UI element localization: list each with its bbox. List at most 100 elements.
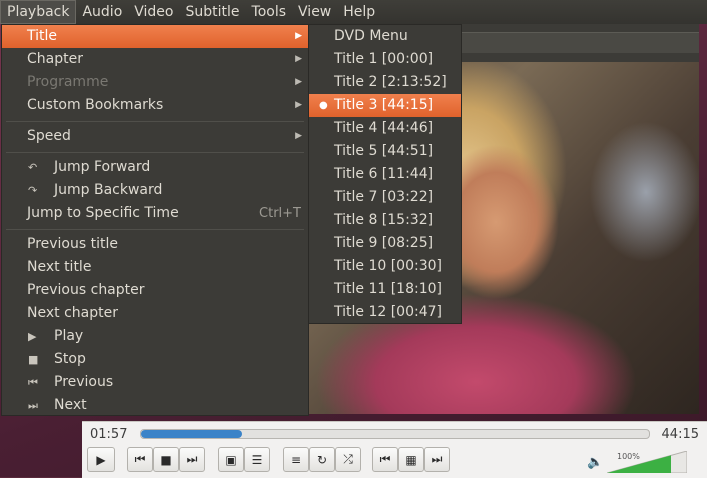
- menu-item-previous-label: Previous: [54, 374, 114, 390]
- menu-item-chapter-label: Chapter: [27, 51, 83, 67]
- menu-tools[interactable]: Tools: [246, 0, 293, 24]
- menu-item-programme-label: Programme: [27, 74, 109, 90]
- menu-video[interactable]: Video: [128, 0, 179, 24]
- extended-settings-button[interactable]: ☰: [244, 447, 270, 472]
- submenu-item-title-2[interactable]: Title 2 [2:13:52]: [309, 71, 461, 94]
- submenu-item-label: Title 11 [18:10]: [334, 281, 442, 297]
- submenu-item-label: Title 3 [44:15]: [334, 97, 434, 113]
- submenu-item-label: Title 5 [44:51]: [334, 143, 434, 159]
- menu-item-jump-forward-label: Jump Forward: [54, 159, 151, 175]
- submenu-arrow-icon: ▶: [295, 54, 302, 64]
- volume-percent: 100%: [617, 452, 640, 461]
- next-chapter-icon: ⏭: [431, 452, 443, 466]
- submenu-arrow-icon: ▶: [295, 131, 302, 141]
- menu-item-jump-time[interactable]: Jump to Specific Time Ctrl+T: [2, 202, 308, 225]
- submenu-arrow-icon: ▶: [295, 31, 302, 41]
- submenu-item-title-9[interactable]: Title 9 [08:25]: [309, 232, 461, 255]
- menu-item-next-chapter[interactable]: Next chapter: [2, 302, 308, 325]
- menu-help[interactable]: Help: [337, 0, 381, 24]
- submenu-item-title-7[interactable]: Title 7 [03:22]: [309, 186, 461, 209]
- submenu-item-title-5[interactable]: Title 5 [44:51]: [309, 140, 461, 163]
- submenu-item-dvd-menu[interactable]: DVD Menu: [309, 25, 461, 48]
- selected-radio-icon: ●: [319, 100, 328, 111]
- submenu-item-title-6[interactable]: Title 6 [11:44]: [309, 163, 461, 186]
- seek-progress: [141, 430, 242, 438]
- submenu-item-label: Title 9 [08:25]: [334, 235, 434, 251]
- play-icon: ▶: [96, 452, 106, 467]
- title-submenu: DVD Menu Title 1 [00:00] Title 2 [2:13:5…: [308, 24, 462, 324]
- submenu-item-title-10[interactable]: Title 10 [00:30]: [309, 255, 461, 278]
- menu-item-play[interactable]: ▶ Play: [2, 325, 308, 348]
- submenu-item-title-4[interactable]: Title 4 [44:46]: [309, 117, 461, 140]
- menu-separator: [6, 121, 304, 122]
- submenu-item-label: Title 12 [00:47]: [334, 304, 442, 320]
- menu-item-next-title[interactable]: Next title: [2, 256, 308, 279]
- skip-back-icon: ⏮: [134, 452, 146, 466]
- menu-item-speed[interactable]: Speed ▶: [2, 125, 308, 148]
- submenu-item-label: Title 7 [03:22]: [334, 189, 434, 205]
- previous-chapter-icon: ⏮: [379, 452, 391, 466]
- menu-item-jump-backward-label: Jump Backward: [54, 182, 163, 198]
- next-chapter-button[interactable]: ⏭: [424, 447, 450, 472]
- menu-item-previous[interactable]: ⏮ Previous: [2, 371, 308, 394]
- menu-item-next[interactable]: ⏭ Next: [2, 394, 308, 417]
- skip-forward-icon: ⏭: [28, 399, 38, 412]
- fullscreen-button[interactable]: ▣: [218, 447, 244, 472]
- loop-button[interactable]: ↻: [309, 447, 335, 472]
- jump-forward-icon: ↶: [28, 161, 38, 174]
- menu-item-jump-backward[interactable]: ↷ Jump Backward: [2, 179, 308, 202]
- playback-menu: Title ▶ Chapter ▶ Programme ▶ Custom Boo…: [1, 24, 309, 416]
- previous-chapter-button[interactable]: ⏮: [372, 447, 398, 472]
- menu-item-title[interactable]: Title ▶: [2, 25, 308, 48]
- skip-forward-icon: ⏭: [186, 452, 198, 466]
- menu-item-chapter[interactable]: Chapter ▶: [2, 48, 308, 71]
- menu-item-previous-title[interactable]: Previous title: [2, 233, 308, 256]
- menu-item-custom-bookmarks[interactable]: Custom Bookmarks ▶: [2, 94, 308, 117]
- menu-item-previous-title-label: Previous title: [27, 236, 118, 252]
- playlist-icon: ≡: [290, 452, 302, 467]
- menu-playback[interactable]: Playback: [0, 0, 77, 24]
- dvd-menu-button[interactable]: ▦: [398, 447, 424, 472]
- fullscreen-icon: ▣: [225, 452, 237, 467]
- stop-button[interactable]: ■: [153, 447, 179, 472]
- play-button[interactable]: ▶: [87, 447, 115, 472]
- speaker-icon[interactable]: 🔈: [587, 455, 603, 470]
- menu-item-programme: Programme ▶: [2, 71, 308, 94]
- previous-media-button[interactable]: ⏮: [127, 447, 153, 472]
- submenu-item-label: Title 1 [00:00]: [334, 51, 434, 67]
- menu-view[interactable]: View: [292, 0, 337, 24]
- menu-item-stop[interactable]: ■ Stop: [2, 348, 308, 371]
- menu-subtitle[interactable]: Subtitle: [180, 0, 246, 24]
- menu-separator: [6, 229, 304, 230]
- submenu-arrow-icon: ▶: [295, 100, 302, 110]
- next-media-button[interactable]: ⏭: [179, 447, 205, 472]
- submenu-item-label: DVD Menu: [334, 28, 408, 44]
- jump-backward-icon: ↷: [28, 184, 38, 197]
- seek-slider[interactable]: [140, 429, 650, 439]
- menu-item-title-label: Title: [27, 28, 58, 44]
- menu-audio[interactable]: Audio: [76, 0, 128, 24]
- playlist-button[interactable]: ≡: [283, 447, 309, 472]
- submenu-item-title-1[interactable]: Title 1 [00:00]: [309, 48, 461, 71]
- menu-item-jump-forward[interactable]: ↶ Jump Forward: [2, 156, 308, 179]
- submenu-item-title-3[interactable]: ● Title 3 [44:15]: [309, 94, 461, 117]
- submenu-item-title-12[interactable]: Title 12 [00:47]: [309, 301, 461, 324]
- menu-item-previous-chapter[interactable]: Previous chapter: [2, 279, 308, 302]
- play-icon: ▶: [28, 330, 37, 343]
- control-bar: 01:57 44:15 ▶ ⏮ ■ ⏭ ▣ ☰ ≡ ↻ ⤮ ⏮ ▦ ⏭ 🔈 10…: [82, 421, 707, 478]
- menu-item-next-chapter-label: Next chapter: [27, 305, 118, 321]
- submenu-item-title-11[interactable]: Title 11 [18:10]: [309, 278, 461, 301]
- menu-item-previous-chapter-label: Previous chapter: [27, 282, 145, 298]
- equalizer-icon: ☰: [251, 452, 263, 467]
- time-total[interactable]: 44:15: [662, 427, 699, 442]
- stop-icon: ■: [160, 452, 172, 467]
- time-elapsed: 01:57: [90, 427, 128, 442]
- dvd-menu-icon: ▦: [405, 452, 417, 467]
- submenu-item-title-8[interactable]: Title 8 [15:32]: [309, 209, 461, 232]
- shortcut-label: Ctrl+T: [259, 206, 301, 221]
- shuffle-button[interactable]: ⤮: [335, 447, 361, 472]
- menubar: Playback Audio Video Subtitle Tools View…: [0, 0, 707, 24]
- skip-back-icon: ⏮: [28, 376, 38, 389]
- menu-item-jump-time-label: Jump to Specific Time: [27, 205, 179, 221]
- submenu-item-label: Title 4 [44:46]: [334, 120, 434, 136]
